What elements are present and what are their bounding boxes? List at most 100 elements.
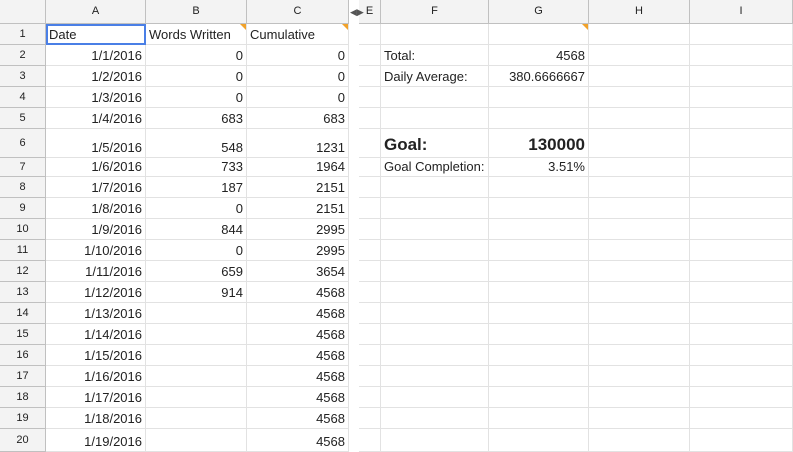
empty-cell[interactable] (359, 108, 381, 129)
empty-cell[interactable] (589, 129, 690, 158)
row-header[interactable]: 17 (0, 366, 46, 387)
empty-cell[interactable] (589, 158, 690, 177)
words-cell[interactable]: 548 (146, 129, 247, 158)
g1-note-cell[interactable] (489, 24, 589, 45)
date-cell[interactable]: 1/12/2016 (46, 282, 146, 303)
date-cell[interactable]: 1/6/2016 (46, 158, 146, 177)
empty-cell[interactable] (489, 387, 589, 408)
empty-cell[interactable] (359, 177, 381, 198)
words-cell[interactable]: 733 (146, 158, 247, 177)
empty-cell[interactable] (690, 345, 793, 366)
empty-cell[interactable] (359, 198, 381, 219)
empty-cell[interactable] (690, 87, 793, 108)
empty-cell[interactable] (589, 387, 690, 408)
cumulative-cell[interactable]: 4568 (247, 387, 349, 408)
date-cell[interactable]: 1/15/2016 (46, 345, 146, 366)
empty-cell[interactable] (589, 66, 690, 87)
empty-cell[interactable] (359, 129, 381, 158)
cumulative-cell[interactable]: 4568 (247, 282, 349, 303)
empty-cell[interactable] (589, 282, 690, 303)
empty-cell[interactable] (589, 240, 690, 261)
words-cell[interactable]: 187 (146, 177, 247, 198)
empty-cell[interactable] (489, 261, 589, 282)
empty-cell[interactable] (359, 66, 381, 87)
cumulative-cell[interactable]: 0 (247, 66, 349, 87)
empty-cell[interactable] (589, 24, 690, 45)
empty-cell[interactable] (589, 408, 690, 429)
empty-cell[interactable] (489, 408, 589, 429)
empty-cell[interactable] (589, 45, 690, 66)
cumulative-cell[interactable]: 4568 (247, 366, 349, 387)
empty-cell[interactable] (690, 108, 793, 129)
row-header[interactable]: 4 (0, 87, 46, 108)
empty-cell[interactable] (381, 282, 489, 303)
empty-cell[interactable] (359, 345, 381, 366)
date-cell[interactable]: 1/13/2016 (46, 303, 146, 324)
date-cell[interactable]: 1/9/2016 (46, 219, 146, 240)
goal-completion-label[interactable]: Goal Completion: (381, 158, 489, 177)
empty-cell[interactable] (359, 45, 381, 66)
expand-right-arrow-icon[interactable]: ▶ (357, 7, 364, 18)
row-header[interactable]: 9 (0, 198, 46, 219)
empty-cell[interactable] (381, 387, 489, 408)
empty-cell[interactable] (690, 429, 793, 452)
empty-cell[interactable] (690, 66, 793, 87)
date-cell[interactable]: 1/2/2016 (46, 66, 146, 87)
empty-cell[interactable] (589, 219, 690, 240)
empty-cell[interactable] (690, 45, 793, 66)
row-header[interactable]: 13 (0, 282, 46, 303)
date-cell[interactable]: 1/1/2016 (46, 45, 146, 66)
empty-cell[interactable] (489, 240, 589, 261)
empty-cell[interactable] (381, 177, 489, 198)
words-cell[interactable] (146, 345, 247, 366)
words-cell[interactable] (146, 429, 247, 452)
empty-cell[interactable] (690, 303, 793, 324)
date-cell[interactable]: 1/17/2016 (46, 387, 146, 408)
words-cell[interactable]: 844 (146, 219, 247, 240)
date-cell[interactable]: 1/11/2016 (46, 261, 146, 282)
row-header[interactable]: 11 (0, 240, 46, 261)
total-value[interactable]: 4568 (489, 45, 589, 66)
cumulative-cell[interactable]: 1964 (247, 158, 349, 177)
empty-cell[interactable] (489, 324, 589, 345)
empty-cell[interactable] (381, 366, 489, 387)
select-all-corner[interactable] (0, 0, 46, 24)
cumulative-cell[interactable]: 2151 (247, 177, 349, 198)
empty-cell[interactable] (690, 198, 793, 219)
date-cell[interactable]: 1/18/2016 (46, 408, 146, 429)
column-header-g[interactable]: G (489, 0, 589, 24)
empty-cell[interactable] (690, 261, 793, 282)
empty-cell[interactable] (381, 87, 489, 108)
empty-cell[interactable] (359, 261, 381, 282)
column-header-c[interactable]: C (247, 0, 349, 24)
empty-cell[interactable] (589, 177, 690, 198)
row-header[interactable]: 10 (0, 219, 46, 240)
empty-cell[interactable] (381, 261, 489, 282)
empty-cell[interactable] (381, 240, 489, 261)
empty-cell[interactable] (690, 158, 793, 177)
expand-left-arrow-icon[interactable]: ◀ (350, 7, 357, 18)
words-cell[interactable]: 0 (146, 87, 247, 108)
cumulative-cell[interactable]: 4568 (247, 303, 349, 324)
empty-cell[interactable] (489, 345, 589, 366)
empty-cell[interactable] (359, 366, 381, 387)
cumulative-cell[interactable]: 4568 (247, 345, 349, 366)
date-cell[interactable]: 1/8/2016 (46, 198, 146, 219)
empty-cell[interactable] (381, 303, 489, 324)
row-header[interactable]: 15 (0, 324, 46, 345)
words-cell[interactable] (146, 366, 247, 387)
empty-cell[interactable] (359, 24, 381, 45)
column-header-a[interactable]: A (46, 0, 146, 24)
empty-cell[interactable] (690, 24, 793, 45)
empty-cell[interactable] (589, 303, 690, 324)
total-label[interactable]: Total: (381, 45, 489, 66)
cumulative-cell[interactable]: 3654 (247, 261, 349, 282)
words-cell[interactable]: 0 (146, 198, 247, 219)
empty-cell[interactable] (589, 324, 690, 345)
cumulative-cell[interactable]: 4568 (247, 408, 349, 429)
row-header[interactable]: 16 (0, 345, 46, 366)
row-header[interactable]: 14 (0, 303, 46, 324)
empty-cell[interactable] (359, 158, 381, 177)
empty-cell[interactable] (381, 24, 489, 45)
header-date-cell[interactable]: Date (46, 24, 146, 45)
